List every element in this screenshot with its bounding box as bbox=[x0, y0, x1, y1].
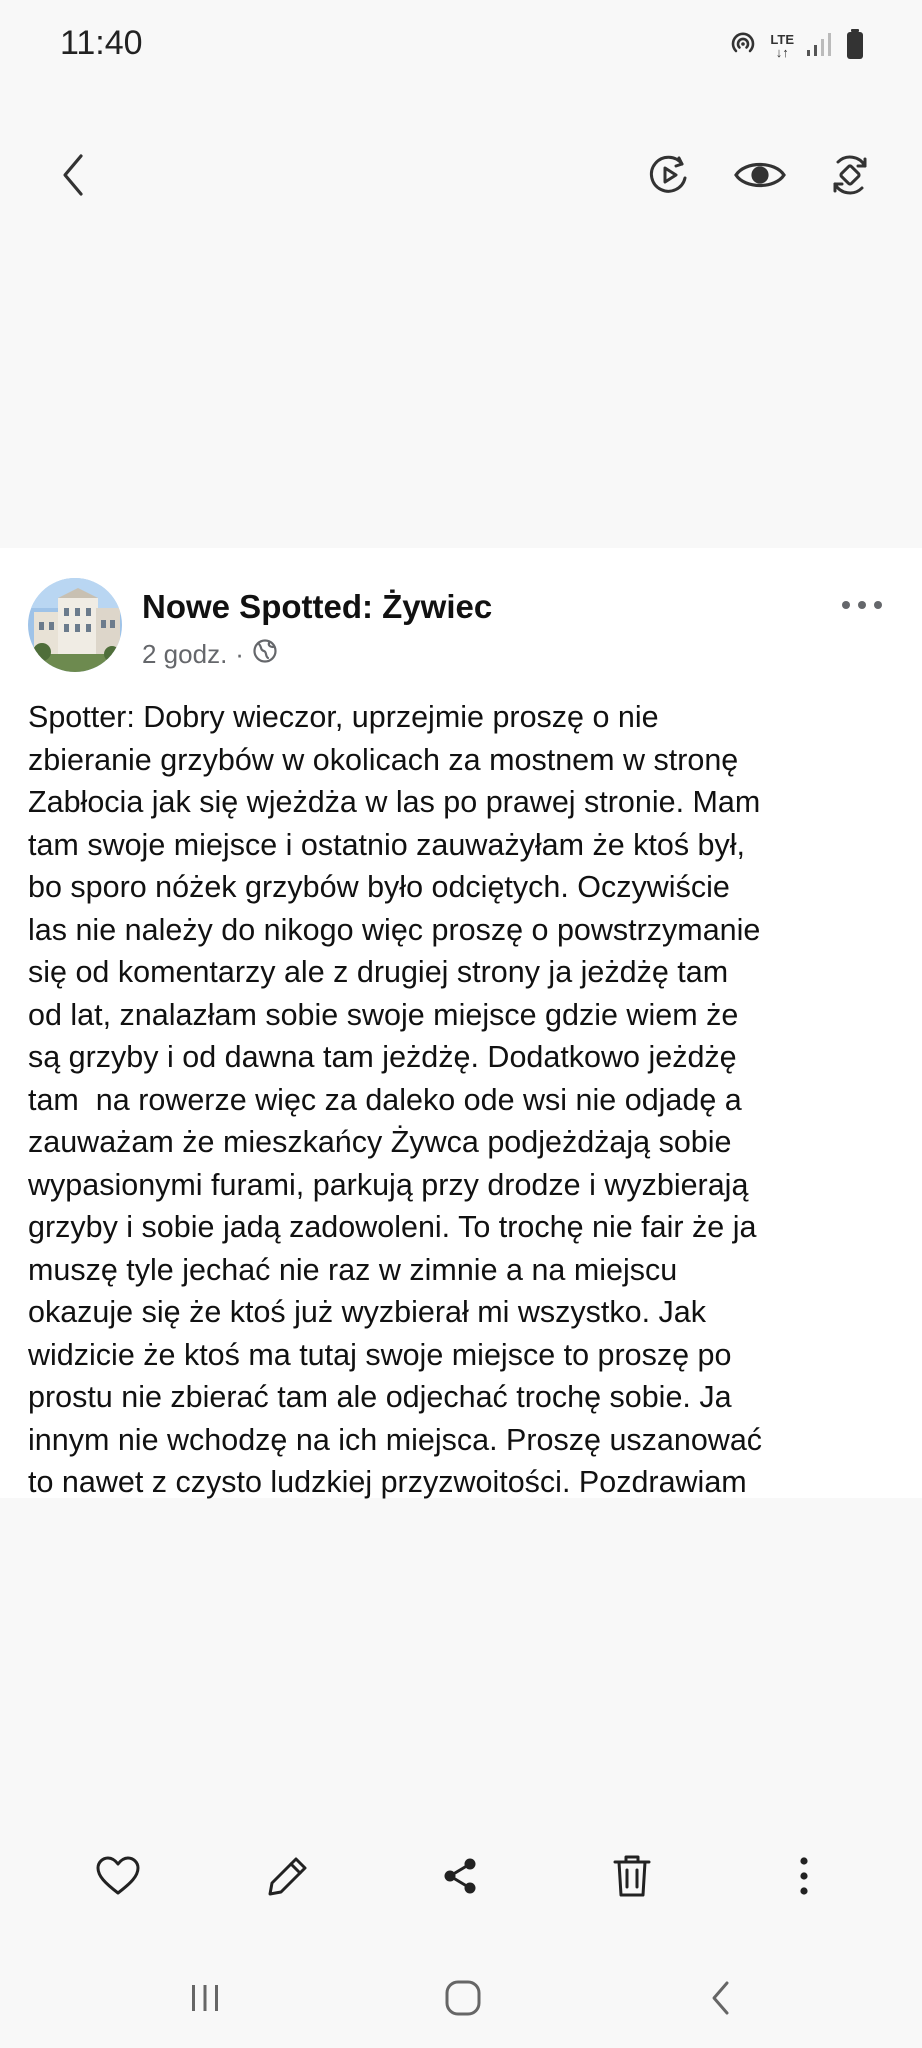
eye-icon[interactable] bbox=[725, 140, 795, 210]
post-text-line: tam na rowerze więc za daleko ode wsi ni… bbox=[28, 1082, 742, 1117]
more-options-icon[interactable] bbox=[832, 590, 892, 620]
post-text-line: zauważam że mieszkańcy Żywca podjeżdżają… bbox=[28, 1125, 732, 1159]
post-text-line: wypasionymi furami, parkują przy drodze … bbox=[28, 1167, 749, 1202]
more-vertical-icon[interactable] bbox=[764, 1836, 844, 1916]
post-text: Spotter: Dobry wieczor, uprzejmie proszę… bbox=[28, 696, 908, 1504]
page-avatar[interactable] bbox=[28, 578, 122, 672]
post-text-line: Zabłocia jak się wjeżdża w las po prawej… bbox=[28, 785, 761, 819]
system-nav-bar bbox=[0, 1952, 922, 2048]
post-text-line: grzyby i sobie jadą zadowoleni. To troch… bbox=[28, 1210, 757, 1244]
post-meta: 2 godz. · bbox=[142, 638, 278, 671]
heart-icon[interactable] bbox=[78, 1836, 158, 1916]
trash-icon[interactable] bbox=[592, 1836, 672, 1916]
lte-indicator: LTE ↓↑ bbox=[770, 33, 794, 59]
edit-pencil-icon[interactable] bbox=[248, 1836, 328, 1916]
post-text-line: zbieranie grzybów w okolicach za mostnem… bbox=[28, 742, 739, 777]
battery-icon bbox=[846, 28, 864, 65]
signal-icon bbox=[806, 31, 834, 62]
post-text-line: tam swoje miejsce i ostatnio zauważyłam … bbox=[28, 827, 746, 862]
status-bar: 11:40 LTE ↓↑ bbox=[0, 0, 922, 90]
post-text-line: innym nie wchodzę na ich miejsca. Proszę… bbox=[28, 1422, 763, 1457]
post-text-line: od lat, znalazłam sobie swoje miejsce gd… bbox=[28, 997, 739, 1032]
viewer-toolbar bbox=[0, 140, 922, 240]
post-text-line: Spotter: Dobry wieczor, uprzejmie proszę… bbox=[28, 700, 659, 734]
post-text-line: bo sporo nóżek grzybów było odciętych. O… bbox=[28, 870, 730, 904]
video-remaster-icon[interactable] bbox=[634, 140, 704, 210]
post-text-line: muszę tyle jechać nie raz w zimnie a na … bbox=[28, 1252, 678, 1287]
status-time: 11:40 bbox=[60, 24, 143, 62]
post-time[interactable]: 2 godz. bbox=[142, 639, 227, 670]
page-name[interactable]: Nowe Spotted: Żywiec bbox=[142, 588, 492, 626]
post-text-line: są grzyby i od dawna tam jeżdżę. Dodatko… bbox=[28, 1040, 737, 1074]
rotate-icon[interactable] bbox=[815, 140, 885, 210]
meta-separator: · bbox=[235, 639, 244, 669]
globe-icon bbox=[252, 638, 278, 671]
home-icon[interactable] bbox=[418, 1958, 508, 2038]
back-arrow-icon[interactable] bbox=[38, 140, 108, 210]
post-card: Nowe Spotted: Żywiec 2 godz. · Spotter: … bbox=[0, 548, 922, 1499]
share-icon[interactable] bbox=[420, 1836, 500, 1916]
post-text-line: las nie należy do nikogo więc proszę o p… bbox=[28, 912, 761, 947]
post-text-line: to nawet z czysto ludzkiej przyzwoitości… bbox=[28, 1465, 747, 1499]
lte-arrows: ↓↑ bbox=[775, 45, 789, 60]
post-text-line: się od komentarzy ale z drugiej strony j… bbox=[28, 955, 729, 989]
hotspot-icon bbox=[728, 29, 758, 64]
status-icons: LTE ↓↑ bbox=[728, 26, 864, 66]
bottom-action-bar bbox=[0, 1836, 922, 1916]
post-text-line: prostu nie zbierać tam ale odjechać troc… bbox=[28, 1380, 732, 1414]
recent-apps-icon[interactable] bbox=[160, 1958, 250, 2038]
back-icon[interactable] bbox=[676, 1958, 766, 2038]
post-text-line: widzicie że ktoś ma tutaj swoje miejsce … bbox=[28, 1337, 732, 1372]
post-text-line: okazuje się że ktoś już wyzbierał mi wsz… bbox=[28, 1295, 706, 1329]
